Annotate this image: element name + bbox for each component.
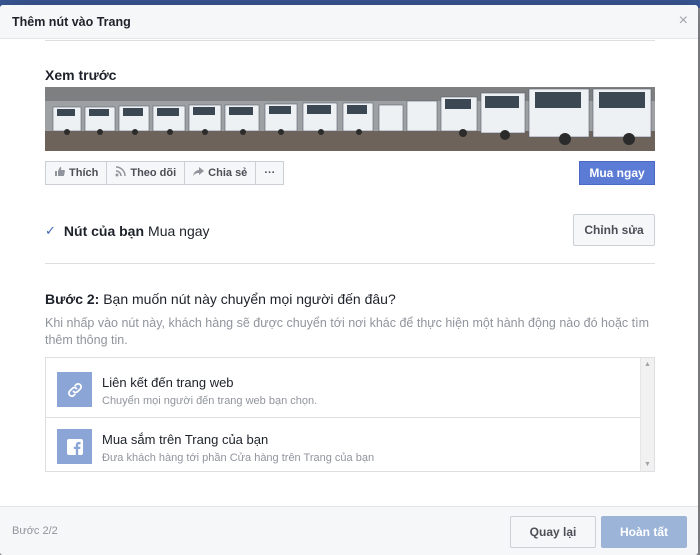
- cover-photo: [45, 87, 655, 151]
- page-action-buttons: Thích Theo dõi Chia sẻ ···: [45, 161, 285, 185]
- step-count: Bước 2/2: [12, 525, 58, 537]
- thumbs-up-icon: [54, 166, 65, 180]
- option-title: Mua sắm trên Trang của bạn: [102, 432, 269, 447]
- back-button[interactable]: Quay lại: [510, 516, 596, 548]
- link-icon: [57, 372, 92, 407]
- options-scrollbar[interactable]: ▲ ▼: [640, 358, 654, 471]
- follow-label: Theo dõi: [130, 167, 177, 179]
- edit-button[interactable]: Chỉnh sửa: [573, 214, 655, 246]
- option-subtitle: Chuyển mọi người đến trang web bạn chọn.: [102, 395, 318, 407]
- close-icon[interactable]: ×: [679, 12, 688, 30]
- scroll-up-icon[interactable]: ▲: [644, 361, 651, 368]
- option-website-link[interactable]: Liên kết đến trang web Chuyển mọi người …: [46, 361, 642, 415]
- dialog-footer: Bước 2/2 Quay lại Hoàn tất: [0, 506, 698, 555]
- rss-icon: [115, 166, 127, 180]
- divider: [45, 263, 655, 264]
- share-arrow-icon: [193, 166, 205, 180]
- scroll-down-icon[interactable]: ▼: [644, 461, 651, 468]
- step-question: Bạn muốn nút này chuyển mọi người đến đâ…: [103, 291, 396, 307]
- dialog-header: Thêm nút vào Trang ×: [0, 5, 698, 39]
- step-title: Bước 2: Bạn muốn nút này chuyển mọi ngườ…: [45, 291, 396, 307]
- facebook-icon: [57, 429, 92, 464]
- done-button[interactable]: Hoàn tất: [601, 516, 687, 548]
- buy-now-button[interactable]: Mua ngay: [579, 161, 655, 185]
- check-icon: ✓: [45, 223, 56, 238]
- option-title: Liên kết đến trang web: [102, 375, 234, 390]
- like-button[interactable]: Thích: [45, 161, 108, 185]
- your-button-label: Nút của bạn: [63, 223, 145, 239]
- option-shop-on-page[interactable]: Mua sắm trên Trang của bạn Đưa khách hàn…: [46, 418, 642, 471]
- divider: [45, 40, 655, 41]
- step-label: Bước 2:: [45, 291, 100, 307]
- more-label: ···: [264, 167, 276, 179]
- your-button-summary: ✓ Nút của bạn Mua ngay: [45, 223, 210, 239]
- more-icon[interactable]: ···: [255, 161, 285, 185]
- option-subtitle: Đưa khách hàng tới phần Cửa hàng trên Tr…: [102, 452, 375, 464]
- share-label: Chia sẻ: [208, 167, 248, 179]
- like-label: Thích: [69, 167, 99, 179]
- follow-button[interactable]: Theo dõi: [106, 161, 186, 185]
- destination-options-list: Liên kết đến trang web Chuyển mọi người …: [45, 357, 655, 472]
- step-description: Khi nhấp vào nút này, khách hàng sẽ được…: [45, 316, 649, 347]
- share-button[interactable]: Chia sẻ: [184, 161, 257, 185]
- dialog-title: Thêm nút vào Trang: [12, 15, 131, 29]
- cover-photo-trucks: [45, 87, 655, 151]
- preview-label: Xem trước: [45, 67, 117, 83]
- add-button-dialog: Thêm nút vào Trang × Xem trước Thích The…: [0, 5, 698, 555]
- your-button-value: Mua ngay: [148, 223, 210, 239]
